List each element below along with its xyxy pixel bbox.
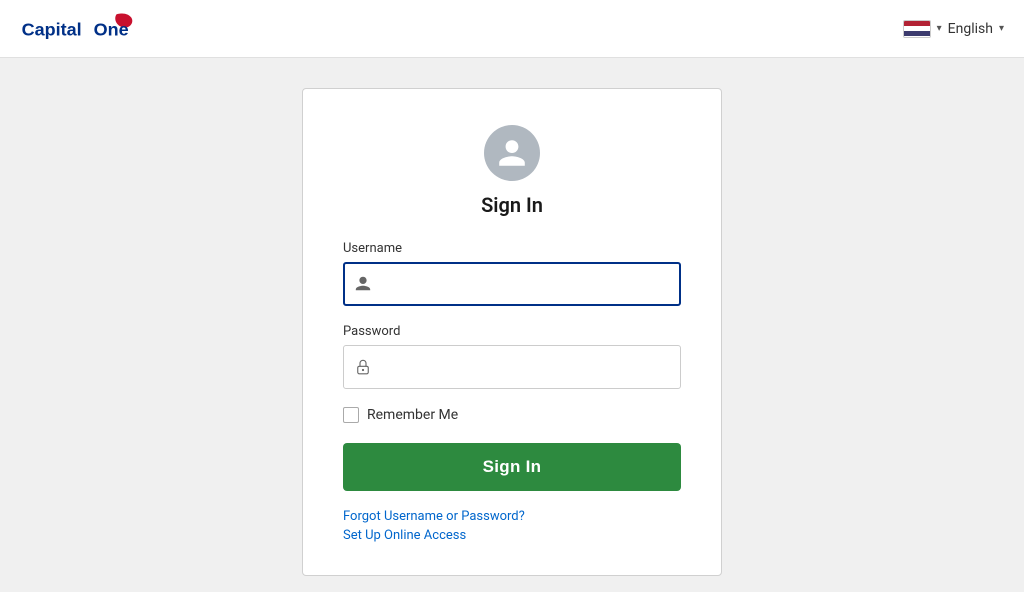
- svg-text:Capital: Capital: [22, 19, 82, 39]
- capital-one-logo: Capital One: [20, 11, 135, 47]
- main-content: Sign In Username Password: [0, 58, 1024, 592]
- lock-icon: [353, 357, 373, 377]
- remember-me-group: Remember Me: [343, 407, 681, 423]
- login-card: Sign In Username Password: [302, 88, 722, 576]
- password-input-wrapper: [343, 345, 681, 389]
- us-flag-icon: [903, 20, 931, 38]
- username-input-wrapper: [343, 262, 681, 306]
- remember-me-checkbox[interactable]: [343, 407, 359, 423]
- logo-area: Capital One: [20, 11, 135, 47]
- password-label: Password: [343, 324, 681, 339]
- username-icon: [353, 274, 373, 294]
- username-label: Username: [343, 241, 681, 256]
- language-chevron-icon: ▾: [999, 23, 1004, 34]
- forgot-credentials-link[interactable]: Forgot Username or Password?: [343, 509, 681, 524]
- avatar: [484, 125, 540, 181]
- username-input[interactable]: [343, 262, 681, 306]
- username-group: Username: [343, 241, 681, 306]
- header: Capital One ▾ English ▾: [0, 0, 1024, 58]
- user-icon: [496, 137, 528, 169]
- remember-me-label: Remember Me: [367, 407, 458, 423]
- language-selector[interactable]: ▾ English ▾: [903, 20, 1004, 38]
- password-input[interactable]: [343, 345, 681, 389]
- setup-online-access-link[interactable]: Set Up Online Access: [343, 528, 681, 543]
- svg-text:One: One: [94, 19, 129, 39]
- sign-in-button[interactable]: Sign In: [343, 443, 681, 491]
- flag-chevron-icon: ▾: [937, 23, 942, 34]
- password-group: Password: [343, 324, 681, 389]
- sign-in-title: Sign In: [481, 193, 543, 217]
- language-label: English: [948, 21, 993, 37]
- links-area: Forgot Username or Password? Set Up Onli…: [343, 509, 681, 543]
